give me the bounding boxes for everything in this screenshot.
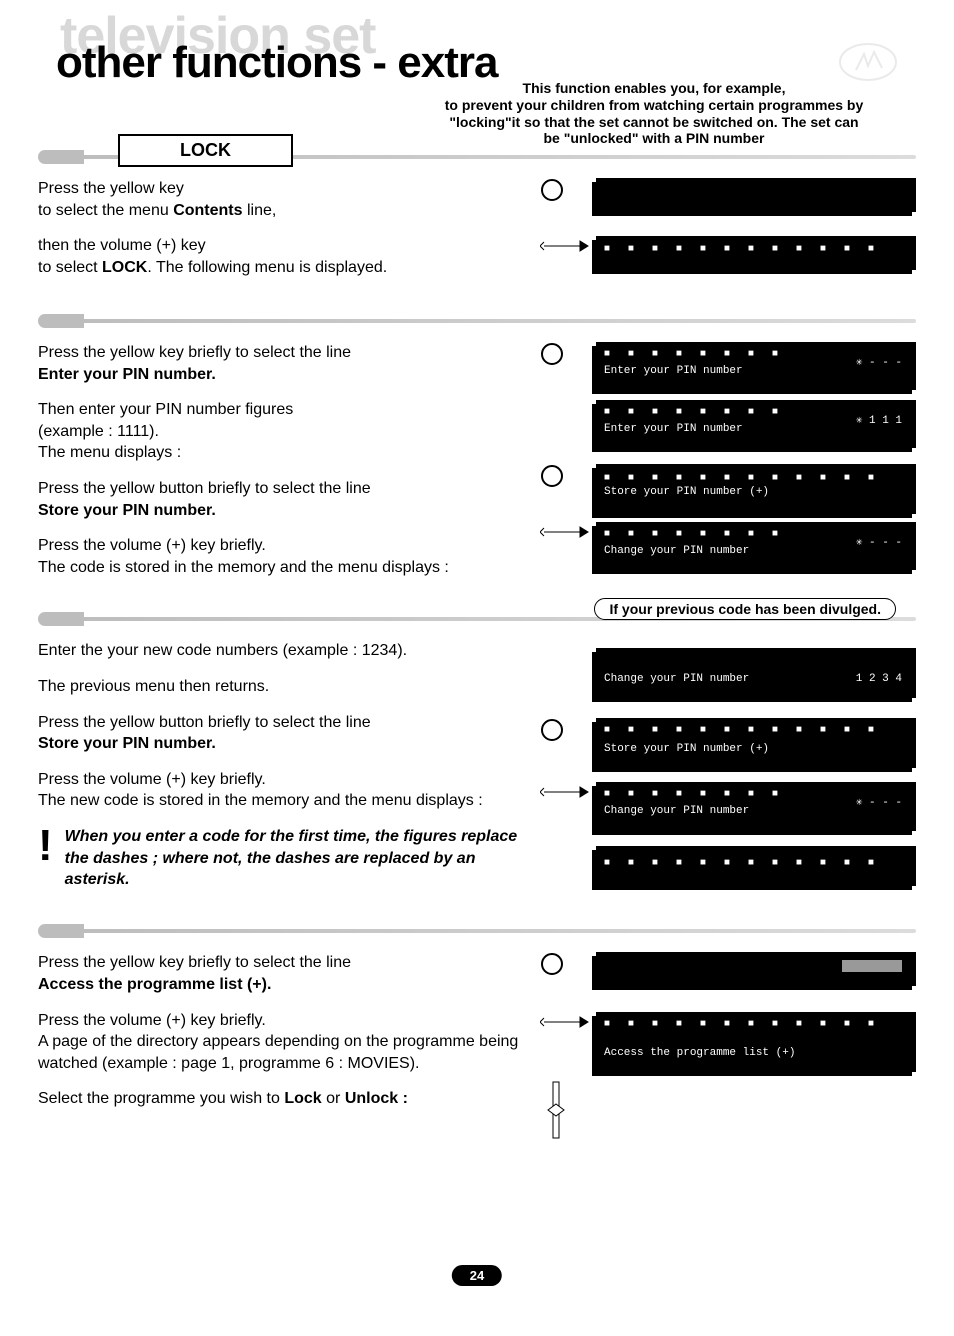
vertical-slider-icon [546,1080,598,1140]
tip-note: ! When you enter a code for the first ti… [38,826,528,891]
osd-screen: ■ ■ ■ ■ ■ ■ ■ ■ Enter your PIN number ✳ … [596,342,916,390]
intro-text: This function enables you, for example, … [404,80,904,147]
instruction-text: Press the yellow key briefly to select t… [38,952,528,995]
section-note: If your previous code has been divulged. [594,598,896,620]
yellow-key-icon [540,952,592,976]
osd-screen: ■ ■ ■ ■ ■ ■ ■ ■ ■ ■ ■ ■ Store your PIN n… [596,464,916,514]
osd-screen: ■ ■ ■ ■ ■ ■ ■ ■ Enter your PIN number ✳ … [596,400,916,448]
osd-screen: Change your PIN number 1 2 3 4 [596,648,916,698]
section-change-pin: If your previous code has been divulged.… [38,612,916,904]
yellow-key-icon [540,178,592,202]
osd-dots: ■ ■ ■ ■ ■ ■ ■ ■ ■ ■ ■ ■ [604,243,880,257]
osd-screen: ■ ■ ■ ■ ■ ■ ■ ■ Change your PIN number ✳… [596,522,916,570]
volume-plus-key-icon [540,782,592,802]
yellow-key-icon [540,342,592,366]
instruction-text: Press the yellow key briefly to select t… [38,342,528,385]
yellow-key-icon [540,464,592,488]
instruction-text: Enter the your new code numbers (example… [38,640,528,662]
volume-plus-key-icon [540,1012,592,1032]
osd-screen: ■ ■ ■ ■ ■ ■ ■ ■ Change your PIN number ✳… [596,782,916,830]
instruction-text: Press the volume (+) key briefly. The co… [38,535,528,578]
section-programme-list: Press the yellow key briefly to select t… [38,924,916,1138]
yellow-key-icon [540,718,592,742]
section-divider: LOCK [38,150,916,164]
instruction-text: Press the yellow button briefly to selec… [38,712,528,755]
instruction-text: Press the volume (+) key briefly.A page … [38,1010,528,1075]
instruction-text: Select the programme you wish to Lock or… [38,1088,528,1110]
instruction-text: Then enter your PIN number figures (exam… [38,399,528,464]
osd-screen: ■ ■ ■ ■ ■ ■ ■ ■ ■ ■ ■ ■ [596,846,916,886]
exclamation-icon: ! [38,826,53,866]
instruction-text: The previous menu then returns. [38,676,528,698]
osd-screen: ■ ■ ■ ■ ■ ■ ■ ■ ■ ■ ■ ■ Store your PIN n… [596,718,916,768]
instruction-text: Press the volume (+) key briefly.The new… [38,769,528,812]
section-divider: If your previous code has been divulged. [38,612,916,626]
osd-screen: ■ ■ ■ ■ ■ ■ ■ ■ ■ ■ ■ ■ [596,236,916,270]
section-divider [38,924,916,938]
volume-plus-key-icon [540,522,592,542]
instruction-text: Press the yellow key to select the menu … [38,178,528,221]
instruction-text: Press the yellow button briefly to selec… [38,478,528,521]
instruction-text: then the volume (+) key to select LOCK. … [38,235,528,278]
section-enter-pin: Press the yellow key briefly to select t… [38,314,916,592]
volume-plus-key-icon [540,236,592,256]
page-number: 24 [452,1265,502,1286]
osd-screen: ■ ■ ■ ■ ■ ■ ■ ■ ■ ■ ■ ■ Access the progr… [596,1012,916,1072]
section-divider [38,314,916,328]
manual-page: television set other functions - extra T… [0,0,954,1336]
osd-screen [596,178,916,212]
page-title: other functions - extra [56,38,916,88]
section-lock-intro: LOCK Press the yellow key to select the … [38,150,916,294]
osd-screen [596,952,916,986]
lock-heading: LOCK [118,134,293,167]
